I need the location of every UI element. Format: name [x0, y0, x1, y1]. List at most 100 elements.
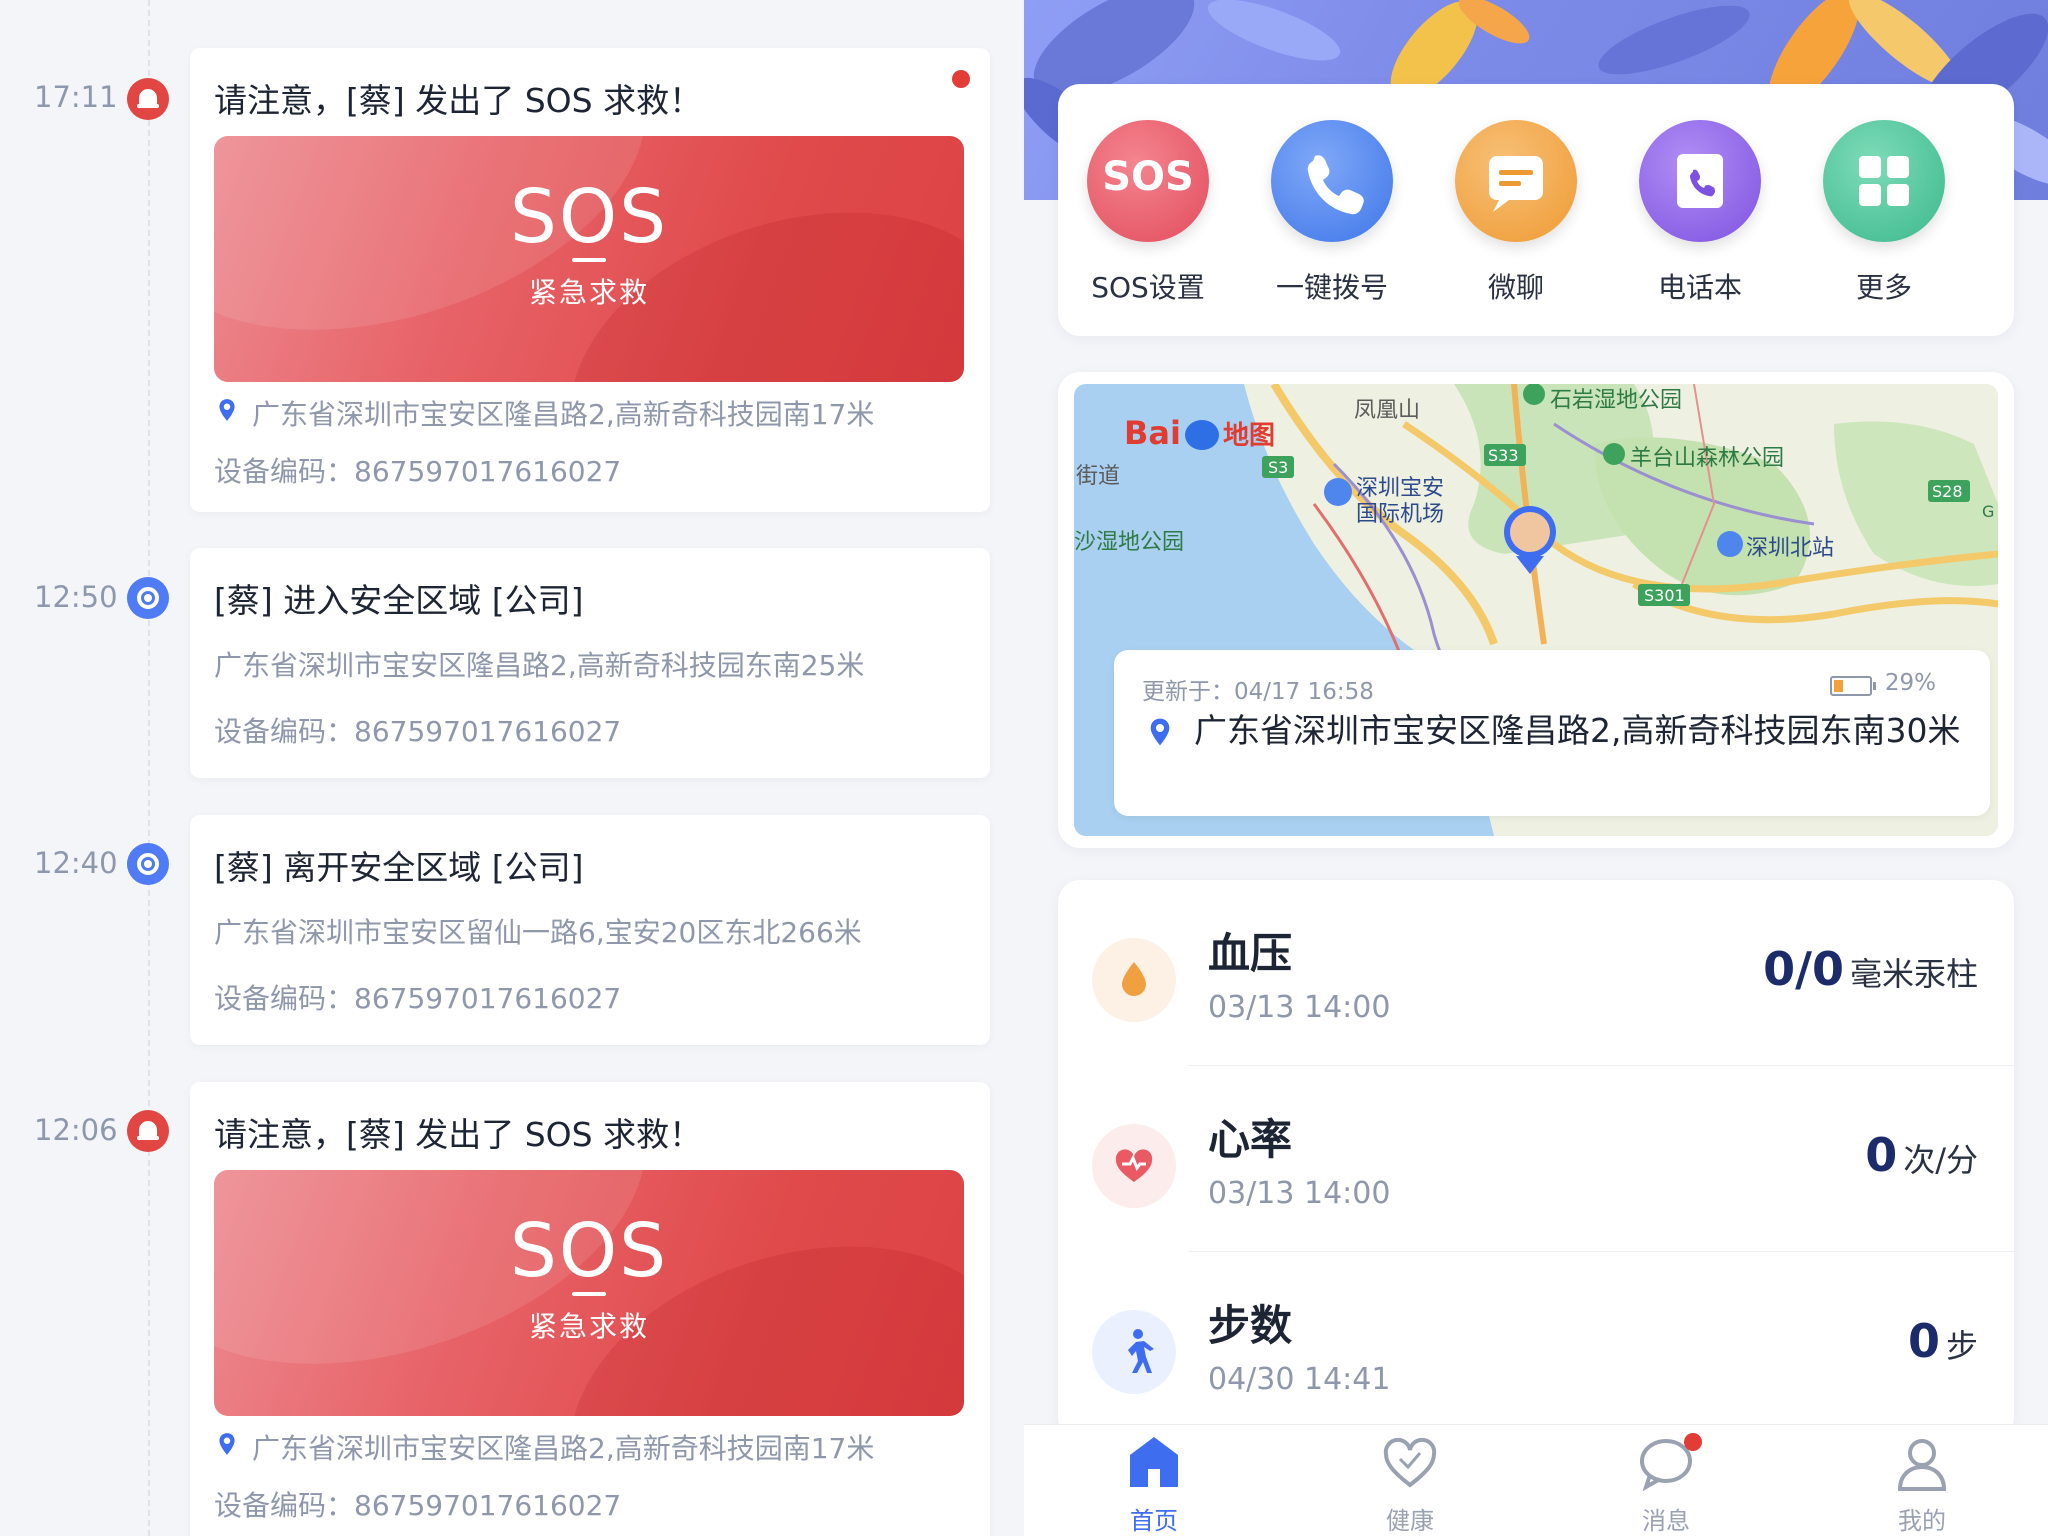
tab-health[interactable]: 健康	[1330, 1433, 1490, 1536]
health-value: 0步	[1908, 1314, 1978, 1368]
event-address: 广东省深圳市宝安区隆昌路2,高新奇科技园南17米	[214, 393, 874, 433]
value-unit: 毫米汞柱	[1849, 955, 1978, 993]
chat-icon	[1455, 120, 1577, 242]
location-pin-icon	[219, 399, 235, 421]
value-number: 0	[1907, 1314, 1940, 1368]
sos-icon-text: SOS	[1102, 154, 1194, 200]
location-icon	[127, 577, 169, 619]
device-code: 设备编码：867597017616027	[214, 715, 622, 748]
tab-label: 消息	[1642, 1507, 1690, 1535]
qa-label: 微聊	[1487, 271, 1544, 304]
map-brand-suffix: 地图	[1222, 421, 1275, 451]
battery-icon	[1830, 676, 1876, 696]
zone-event-card[interactable]: [蔡] 进入安全区域 [公司] 广东省深圳市宝安区隆昌路2,高新奇科技园东南25…	[190, 548, 990, 778]
event-address-text: 广东省深圳市宝安区隆昌路2,高新奇科技园南17米	[252, 1432, 875, 1465]
location-pin-icon	[219, 1433, 235, 1455]
tab-profile[interactable]: 我的	[1842, 1433, 2002, 1536]
event-title: 请注意，[蔡] 发出了 SOS 求救！	[214, 1115, 703, 1154]
message-badge-dot	[1684, 1433, 1702, 1451]
health-row-steps[interactable]: 步数 04/30 14:41 0步	[1058, 1252, 2014, 1438]
qa-more[interactable]: 更多	[1794, 120, 1974, 306]
home-panel: SOS SOS设置 一键拨号 微聊 电话本 更多 Bai 地图 凤凰山 石岩湿地…	[1024, 0, 2048, 1536]
event-time: 17:11	[34, 80, 118, 114]
health-time: 04/30 14:41	[1208, 1362, 1391, 1397]
qa-phonebook[interactable]: 电话本	[1610, 120, 1790, 306]
map-brand: Bai	[1124, 414, 1181, 452]
event-address-text: 广东省深圳市宝安区隆昌路2,高新奇科技园南17米	[252, 398, 875, 431]
map-label: 街道	[1076, 464, 1121, 489]
health-time: 03/13 14:00	[1208, 1176, 1391, 1211]
location-info-panel: 更新于：04/17 16:58 29% 广东省深圳市宝安区隆昌路2,高新奇科技园…	[1114, 650, 1990, 816]
event-title: [蔡] 离开安全区域 [公司]	[214, 848, 584, 887]
sos-event-card[interactable]: 请注意，[蔡] 发出了 SOS 求救！ SOS 紧急求救 广东省深圳市宝安区隆昌…	[190, 48, 990, 512]
zone-event-card[interactable]: [蔡] 离开安全区域 [公司] 广东省深圳市宝安区留仙一路6,宝安20区东北26…	[190, 815, 990, 1045]
heart-rate-icon	[1092, 1124, 1176, 1208]
qa-label: 电话本	[1657, 271, 1742, 304]
battery-percent: 29%	[1884, 670, 1936, 696]
health-data-card: 血压 03/13 14:00 0/0 毫米汞柱 心率 03/13 14:00 0次…	[1058, 880, 2014, 1440]
sos-underline	[572, 258, 606, 262]
sos-banner-subtitle: 紧急求救	[528, 276, 649, 309]
user-icon	[1897, 1439, 1947, 1491]
map-view[interactable]: Bai 地图 凤凰山 石岩湿地公园 街道 深圳宝安 国际机场 羊台山森林公园 沙湿…	[1074, 384, 1998, 836]
tab-label: 我的	[1898, 1507, 1946, 1535]
sos-banner[interactable]: SOS 紧急求救	[214, 1170, 964, 1416]
health-value: 0 次/分	[1865, 1128, 1978, 1182]
phone-icon	[1271, 120, 1393, 242]
sos-underline	[572, 1292, 606, 1296]
event-address: 广东省深圳市宝安区隆昌路2,高新奇科技园南17米	[214, 1427, 874, 1467]
current-address: 广东省深圳市宝安区隆昌路2,高新奇科技园东南30米	[1194, 711, 1961, 750]
value-unit: 步	[1945, 1327, 1978, 1365]
tab-label: 首页	[1130, 1507, 1178, 1535]
road-label: S28	[1932, 482, 1963, 501]
bottom-tab-bar: 首页 健康 消息 我的	[1024, 1424, 2048, 1536]
qa-label: SOS设置	[1091, 271, 1205, 304]
qa-sos-settings[interactable]: SOS SOS设置	[1058, 120, 1238, 306]
road-label: G	[1982, 502, 1995, 521]
map-label: 深圳北站	[1746, 536, 1835, 561]
blood-drop-icon	[1092, 938, 1176, 1022]
location-map-card[interactable]: Bai 地图 凤凰山 石岩湿地公园 街道 深圳宝安 国际机场 羊台山森林公园 沙湿…	[1058, 372, 2014, 848]
heart-icon	[1383, 1437, 1437, 1488]
paw-icon	[1184, 420, 1219, 450]
alarm-icon	[127, 1110, 169, 1152]
value-unit: 次/分	[1903, 1141, 1978, 1179]
event-time: 12:06	[34, 1113, 118, 1147]
event-address: 广东省深圳市宝安区隆昌路2,高新奇科技园东南25米	[214, 649, 865, 682]
qa-chat[interactable]: 微聊	[1426, 120, 1606, 306]
road-label: S33	[1488, 446, 1519, 465]
sos-banner[interactable]: SOS 紧急求救	[214, 136, 964, 382]
grid-icon	[1823, 120, 1945, 242]
device-code: 设备编码：867597017616027	[214, 1489, 622, 1522]
health-name: 血压	[1208, 929, 1293, 978]
health-name: 步数	[1208, 1301, 1293, 1350]
tab-messages[interactable]: 消息	[1586, 1433, 1746, 1536]
event-title: 请注意，[蔡] 发出了 SOS 求救！	[214, 81, 703, 120]
value-number: 0/0	[1763, 942, 1844, 996]
sos-icon: SOS	[1087, 120, 1209, 242]
qa-label: 更多	[1855, 271, 1912, 304]
device-code: 设备编码：867597017616027	[214, 455, 622, 488]
map-label: 石岩湿地公园	[1550, 388, 1683, 413]
event-time: 12:40	[34, 846, 118, 880]
quick-actions-card: SOS SOS设置 一键拨号 微聊 电话本 更多	[1058, 84, 2014, 336]
phonebook-icon	[1639, 120, 1761, 242]
sos-event-card[interactable]: 请注意，[蔡] 发出了 SOS 求救！ SOS 紧急求救 广东省深圳市宝安区隆昌…	[190, 1082, 990, 1536]
tab-home[interactable]: 首页	[1074, 1433, 1234, 1536]
road-label: S3	[1268, 458, 1289, 477]
health-row-heart-rate[interactable]: 心率 03/13 14:00 0 次/分	[1058, 1066, 2014, 1252]
qa-label: 一键拨号	[1275, 271, 1388, 304]
sos-banner-subtitle: 紧急求救	[528, 1310, 649, 1343]
health-row-blood-pressure[interactable]: 血压 03/13 14:00 0/0 毫米汞柱	[1058, 880, 2014, 1066]
unread-dot	[952, 70, 970, 88]
map-label: 沙湿地公园	[1074, 530, 1185, 555]
health-name: 心率	[1208, 1115, 1293, 1164]
qa-quick-dial[interactable]: 一键拨号	[1242, 120, 1422, 306]
map-label: 国际机场	[1356, 502, 1445, 527]
home-icon	[1130, 1437, 1178, 1487]
timeline-line	[148, 0, 150, 1536]
event-address: 广东省深圳市宝安区留仙一路6,宝安20区东北266米	[214, 916, 862, 949]
device-code: 设备编码：867597017616027	[214, 982, 622, 1015]
value-number: 0	[1865, 1128, 1898, 1182]
event-title: [蔡] 进入安全区域 [公司]	[214, 581, 584, 620]
